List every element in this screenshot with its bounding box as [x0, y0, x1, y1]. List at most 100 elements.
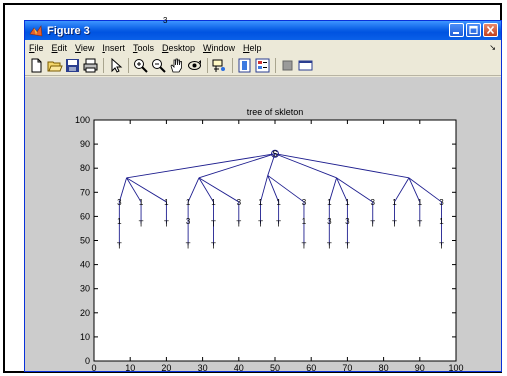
node-label: 1	[276, 198, 281, 207]
toolbar-separator	[275, 58, 276, 73]
top-marker: 3	[163, 16, 168, 25]
hide-plot-tools-icon[interactable]	[279, 57, 296, 74]
node-label: T	[345, 241, 350, 250]
x-tick-label: 90	[415, 363, 425, 372]
y-tick-label: 50	[80, 236, 90, 246]
print-icon[interactable]	[82, 57, 99, 74]
zoom-in-icon[interactable]	[132, 57, 149, 74]
menu-window-rest: indow	[211, 43, 235, 53]
x-tick-label: 40	[234, 363, 244, 372]
colorbar-icon[interactable]	[236, 57, 253, 74]
node-label: T	[370, 220, 375, 229]
pan-icon[interactable]	[168, 57, 185, 74]
node-label: 1	[418, 198, 423, 207]
close-button[interactable]	[483, 23, 498, 37]
menu-help[interactable]: Help	[239, 43, 266, 53]
figure-toolbar	[25, 56, 501, 76]
menu-edit-rest: dit	[57, 43, 68, 53]
node-label: 3	[117, 198, 122, 207]
minimize-icon	[453, 32, 459, 34]
node-label: 3	[237, 198, 242, 207]
node-label: T	[211, 220, 216, 229]
node-label: T	[302, 241, 307, 250]
open-folder-icon[interactable]	[46, 57, 63, 74]
node-label: 3	[186, 217, 191, 226]
close-icon	[486, 25, 495, 35]
x-tick-label: 20	[161, 363, 171, 372]
menu-view-rest: iew	[80, 43, 95, 53]
menu-view[interactable]: View	[71, 43, 98, 53]
title-bar[interactable]: Figure 3	[25, 21, 501, 40]
menu-help-rest: elp	[249, 43, 262, 53]
save-icon[interactable]	[64, 57, 81, 74]
menu-file-rest: ile	[34, 43, 44, 53]
node-label: T	[417, 220, 422, 229]
node-label: 1	[164, 198, 169, 207]
show-plot-tools-icon[interactable]	[297, 57, 314, 74]
legend-icon[interactable]	[254, 57, 271, 74]
root-label: S	[272, 150, 277, 159]
rotate-3d-icon[interactable]	[186, 57, 203, 74]
x-tick-label: 30	[198, 363, 208, 372]
y-tick-label: 60	[80, 211, 90, 221]
node-label: 1	[345, 198, 350, 207]
menu-desktop-rest: esktop	[168, 43, 195, 53]
node-label: 1	[392, 198, 397, 207]
toolbar-separator	[128, 58, 129, 73]
node-label: 3	[371, 198, 376, 207]
node-label: 3	[302, 198, 307, 207]
maximize-icon	[469, 25, 478, 35]
node-label: 1	[302, 217, 307, 226]
x-tick-label: 100	[448, 363, 463, 372]
minimize-button[interactable]	[449, 23, 464, 37]
node-label: T	[139, 220, 144, 229]
window-title: Figure 3	[47, 24, 90, 37]
maximize-button[interactable]	[466, 23, 481, 37]
tree-plot[interactable]: tree of skleton 0 10 20 30 40 50 60 70 80 90 100 0 10…	[25, 77, 502, 372]
node-label: T	[236, 220, 241, 229]
x-tick-label: 50	[270, 363, 280, 372]
y-tick-label: 100	[75, 115, 90, 125]
menu-edit[interactable]: Edit	[48, 43, 72, 53]
menu-insert-rest: nsert	[104, 43, 125, 53]
x-tick-label: 60	[306, 363, 316, 372]
menu-tools-rest: ools	[137, 43, 154, 53]
y-tick-label: 70	[80, 187, 90, 197]
menu-window[interactable]: Window	[199, 43, 239, 53]
node-label: 1	[211, 198, 216, 207]
x-tick-label: 10	[125, 363, 135, 372]
x-tick-label: 0	[91, 363, 96, 372]
toolbar-separator	[103, 58, 104, 73]
x-tick-label: 70	[342, 363, 352, 372]
y-tick-label: 90	[80, 139, 90, 149]
node-label: 1	[139, 198, 144, 207]
node-label: 3	[345, 217, 350, 226]
menu-bar: File Edit View Insert Tools Desktop Wind…	[25, 40, 501, 56]
menu-insert[interactable]: Insert	[98, 43, 129, 53]
node-label: 1	[258, 198, 263, 207]
node-label: 1	[186, 198, 191, 207]
menu-file[interactable]: File	[25, 43, 48, 53]
y-tick-label: 0	[85, 356, 90, 366]
node-label: 3	[439, 198, 444, 207]
node-label: T	[439, 241, 444, 250]
pointer-icon[interactable]	[107, 57, 124, 74]
data-cursor-icon[interactable]	[211, 57, 228, 74]
y-tick-label: 20	[80, 308, 90, 318]
node-label: T	[327, 241, 332, 250]
menu-desktop[interactable]: Desktop	[158, 43, 199, 53]
figure-canvas[interactable]: tree of skleton 0 10 20 30 40 50 60 70 80 90 100 0 10…	[25, 77, 501, 371]
node-label: T	[117, 241, 122, 250]
menu-tools[interactable]: Tools	[129, 43, 158, 53]
node-label: 3	[327, 217, 332, 226]
new-file-icon[interactable]	[28, 57, 45, 74]
node-label: T	[186, 241, 191, 250]
y-tick-label: 30	[80, 284, 90, 294]
node-label: 1	[439, 217, 444, 226]
zoom-out-icon[interactable]	[150, 57, 167, 74]
node-label: T	[211, 241, 216, 250]
menu-overflow-arrow-icon[interactable]: ↘	[489, 43, 496, 52]
y-tick-label: 10	[80, 332, 90, 342]
node-label: T	[164, 220, 169, 229]
toolbar-separator	[232, 58, 233, 73]
